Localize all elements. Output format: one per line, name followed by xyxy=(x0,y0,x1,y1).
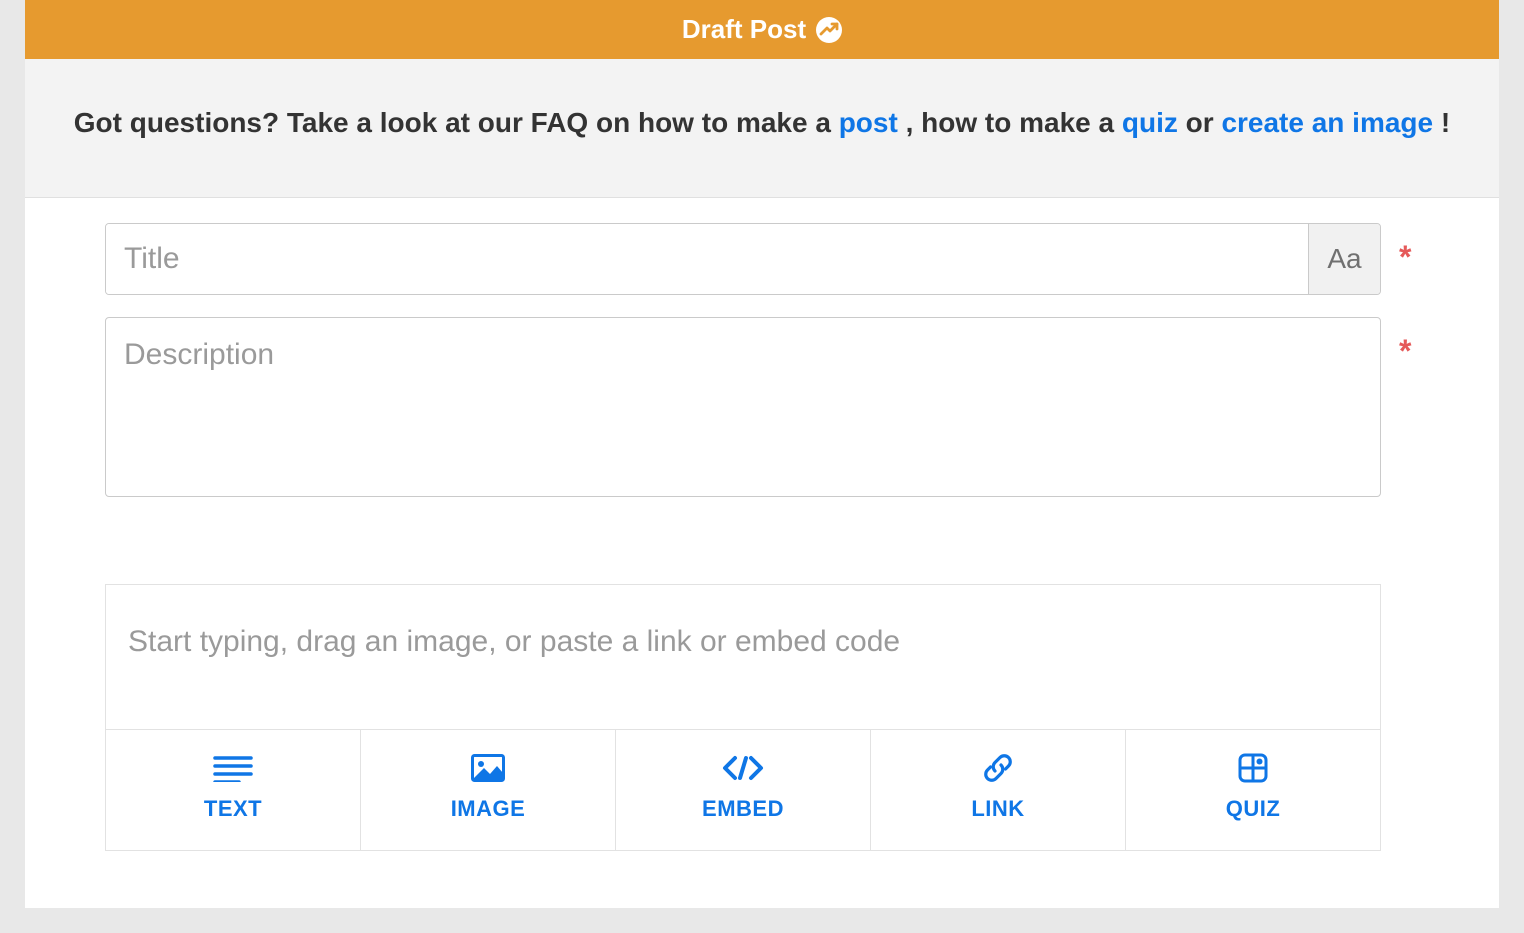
faq-link-quiz[interactable]: quiz xyxy=(1122,107,1178,138)
faq-text-mid2: or xyxy=(1186,107,1222,138)
required-asterisk: * xyxy=(1399,333,1419,370)
title-field-row: Aa * xyxy=(105,223,1419,295)
title-case-button[interactable]: Aa xyxy=(1308,224,1380,294)
form-area: Aa * * xyxy=(25,198,1499,908)
link-button-label: LINK xyxy=(971,796,1024,822)
quiz-button-label: QUIZ xyxy=(1226,796,1281,822)
title-input[interactable] xyxy=(106,224,1308,294)
code-icon xyxy=(721,754,765,782)
draft-post-banner: Draft Post xyxy=(25,0,1499,59)
content-field-row: TEXT IMAGE xyxy=(105,524,1419,851)
banner-title: Draft Post xyxy=(682,14,806,45)
link-icon xyxy=(981,754,1015,782)
image-icon xyxy=(471,754,505,782)
quiz-button[interactable]: QUIZ xyxy=(1126,730,1380,850)
trending-arrow-icon xyxy=(816,17,842,43)
image-button-label: IMAGE xyxy=(451,796,526,822)
page-outer: Draft Post Got questions? Take a look at… xyxy=(0,0,1524,933)
faq-text-suffix: ! xyxy=(1441,107,1450,138)
grid-icon xyxy=(1238,754,1268,782)
text-lines-icon xyxy=(213,754,253,782)
embed-button[interactable]: EMBED xyxy=(616,730,871,850)
description-field-row: * xyxy=(105,317,1419,502)
text-button-label: TEXT xyxy=(204,796,262,822)
link-button[interactable]: LINK xyxy=(871,730,1126,850)
faq-link-create-image[interactable]: create an image xyxy=(1221,107,1433,138)
content-toolbar: TEXT IMAGE xyxy=(106,729,1380,850)
embed-button-label: EMBED xyxy=(702,796,784,822)
description-input[interactable] xyxy=(105,317,1381,497)
content-block: TEXT IMAGE xyxy=(105,584,1381,851)
faq-text-mid1: , how to make a xyxy=(906,107,1122,138)
text-button[interactable]: TEXT xyxy=(106,730,361,850)
content-input[interactable] xyxy=(106,585,1380,729)
page-container: Draft Post Got questions? Take a look at… xyxy=(25,0,1499,908)
faq-link-post[interactable]: post xyxy=(839,107,898,138)
image-button[interactable]: IMAGE xyxy=(361,730,616,850)
required-asterisk: * xyxy=(1399,239,1419,276)
faq-section: Got questions? Take a look at our FAQ on… xyxy=(25,59,1499,198)
faq-text-prefix: Got questions? Take a look at our FAQ on… xyxy=(74,107,839,138)
